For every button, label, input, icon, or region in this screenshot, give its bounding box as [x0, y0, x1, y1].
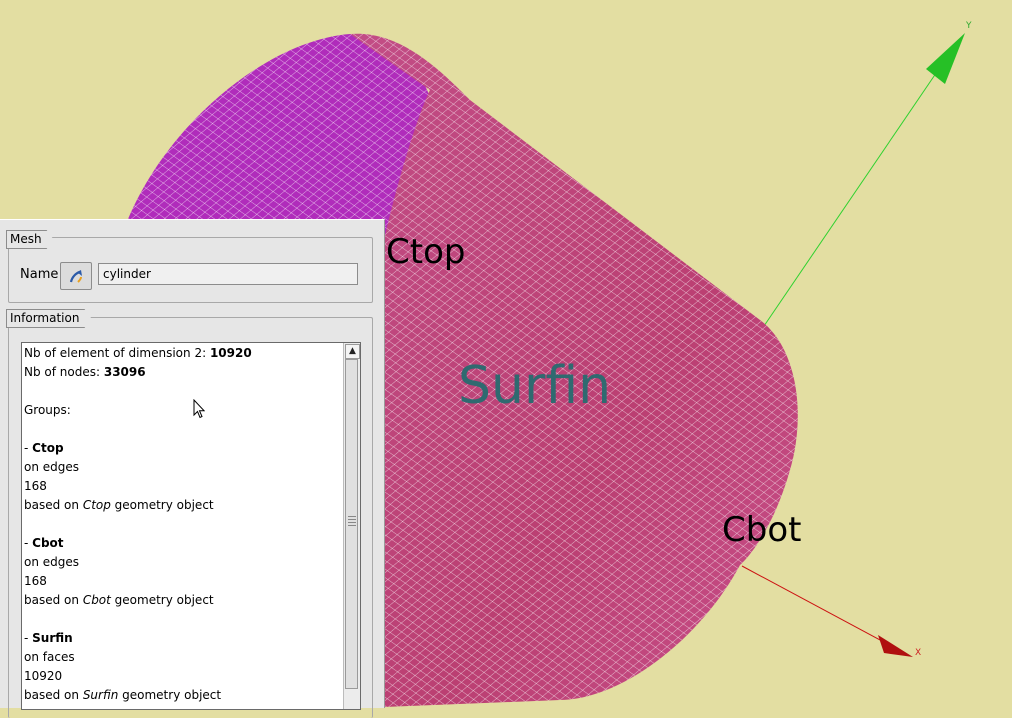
info-line: - Cbot	[24, 534, 342, 553]
y-axis-line	[763, 59, 946, 327]
info-line	[24, 515, 342, 534]
info-line-suffix: geometry object	[118, 688, 222, 702]
x-axis-line	[741, 565, 896, 649]
info-line: Nb of nodes: 33096	[24, 363, 342, 382]
info-line: 10920	[24, 667, 342, 686]
info-line	[24, 382, 342, 401]
info-line-text: -	[24, 441, 33, 455]
info-line-text: 10920	[24, 669, 63, 683]
info-line-value: Ctop	[32, 441, 64, 455]
mesh-group-title: Mesh	[6, 230, 54, 249]
y-axis-arrow	[926, 33, 965, 84]
info-line-text: Nb of nodes:	[24, 365, 104, 379]
info-line: on faces	[24, 648, 342, 667]
info-line-text: on edges	[24, 555, 80, 569]
info-line-object-name: Ctop	[82, 498, 111, 512]
info-line-suffix: geometry object	[110, 593, 214, 607]
ctop-label: Ctop	[386, 232, 466, 272]
info-line-value: Cbot	[32, 536, 64, 550]
name-label: Name	[20, 267, 59, 282]
info-line: 168	[24, 572, 342, 591]
vertical-scrollbar[interactable]: ▲	[343, 343, 360, 709]
info-line-value: 10920	[209, 346, 252, 360]
info-line-text: on faces	[24, 650, 75, 664]
info-line-text: Groups:	[24, 403, 71, 417]
mouse-cursor-icon	[193, 399, 205, 419]
information-text-area[interactable]: Nb of element of dimension 2: 10920 Nb of…	[21, 342, 361, 710]
info-line-value: 33096	[103, 365, 146, 379]
scrollbar-thumb[interactable]	[345, 359, 358, 689]
info-line: based on Cbot geometry object	[24, 591, 342, 610]
info-line-value: Surfin	[32, 631, 73, 645]
info-line-suffix: geometry object	[110, 498, 214, 512]
info-line: - Surfin	[24, 629, 342, 648]
scroll-up-arrow-icon[interactable]: ▲	[345, 344, 360, 359]
info-line-text: based on	[24, 498, 83, 512]
info-line-object-name: Cbot	[82, 593, 111, 607]
surfin-label: Surfin	[458, 356, 612, 416]
cbot-label: Cbot	[722, 510, 802, 550]
info-line	[24, 610, 342, 629]
info-line-text: 168	[24, 479, 47, 493]
info-line-text: based on	[24, 688, 83, 702]
info-line-text: on edges	[24, 460, 80, 474]
scrollbar-grip	[348, 516, 356, 526]
information-group-title: Information	[6, 309, 91, 328]
info-line: based on Ctop geometry object	[24, 496, 342, 515]
mesh-info-panel: Mesh Name Information Nb of element of d…	[0, 219, 385, 718]
info-line: - Ctop	[24, 439, 342, 458]
info-line-text: -	[24, 536, 33, 550]
info-line-text: 168	[24, 574, 47, 588]
mesh-name-field[interactable]	[98, 263, 358, 285]
info-line	[24, 420, 342, 439]
info-line-text: based on	[24, 593, 83, 607]
info-line-text: -	[24, 631, 33, 645]
info-line-text: Nb of element of dimension 2:	[24, 346, 210, 360]
info-line: based on Surfin geometry object	[24, 686, 342, 705]
select-mesh-button[interactable]	[60, 262, 92, 290]
info-line: Nb of element of dimension 2: 10920	[24, 344, 342, 363]
info-line-object-name: Surfin	[82, 688, 119, 702]
info-line: on edges	[24, 553, 342, 572]
info-line: Groups:	[24, 401, 342, 420]
x-axis-arrow	[878, 635, 913, 657]
select-arrow-icon	[69, 270, 82, 283]
info-line: on edges	[24, 458, 342, 477]
information-content: Nb of element of dimension 2: 10920 Nb of…	[24, 344, 342, 705]
info-line: 168	[24, 477, 342, 496]
x-axis-label: X	[915, 648, 922, 658]
y-axis-label: Y	[966, 21, 972, 31]
